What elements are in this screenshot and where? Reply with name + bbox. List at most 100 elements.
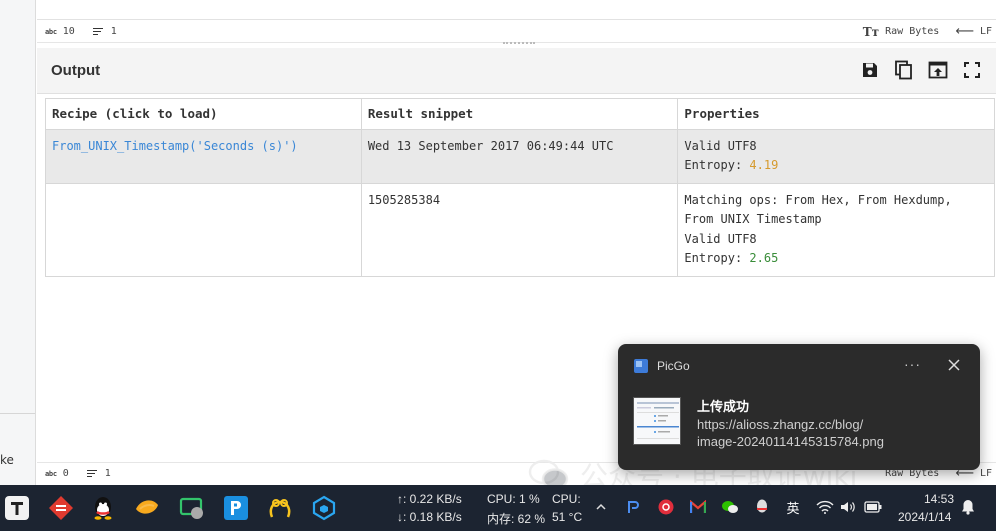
taskbar-app-qq[interactable] (89, 494, 117, 522)
cpu-temperature: 51 °C (552, 510, 583, 524)
encoding-label[interactable]: Raw Bytes (885, 26, 939, 37)
property-line: Matching ops: From Hex, From Hexdump, (684, 192, 952, 207)
mail-icon (690, 500, 706, 513)
uploaded-image-thumbnail (633, 397, 681, 445)
resize-handle[interactable] (503, 42, 535, 46)
tray-netease-music[interactable] (656, 497, 676, 517)
battery-icon (864, 501, 882, 513)
recipe-link[interactable]: From_UNIX_Timestamp('Seconds (s)') (52, 139, 298, 153)
char-count: 0 (62, 468, 69, 479)
copy-output-button[interactable] (893, 59, 915, 81)
line-count-icon (92, 27, 103, 36)
bell-icon (962, 500, 974, 515)
text-encoding-icon[interactable]: Tт (863, 25, 879, 39)
typora-icon (5, 496, 29, 520)
wechat-icon (722, 501, 738, 513)
entropy-value: 2.65 (749, 251, 779, 265)
snippet-cell: 1505285384 (360, 182, 679, 277)
char-count-icon: abc (45, 469, 57, 478)
taskbar: ↑: 0.22 KB/s ↓: 0.18 KB/s CPU: 1 % 内存: 6… (0, 485, 996, 531)
tray-gmail[interactable] (688, 497, 708, 517)
entropy-line: Entropy: 4.19 (684, 156, 988, 176)
red-app-icon (49, 496, 73, 520)
header-properties: Properties (677, 98, 995, 130)
battery-button[interactable] (863, 497, 883, 517)
picgo-notification[interactable]: PicGo ··· 上传成功 https://alioss.zhangz.cc/… (618, 344, 980, 470)
p-app-icon (224, 496, 248, 520)
tray-picgo[interactable] (624, 497, 644, 517)
save-output-button[interactable] (859, 59, 881, 81)
line-count: 1 (110, 26, 117, 37)
cube-icon (312, 495, 336, 521)
table-row: 1505285384 Matching ops: From Hex, From … (45, 182, 995, 277)
copy-icon (895, 60, 912, 80)
net-upload-speed: ↑: 0.22 KB/s (397, 492, 462, 506)
navicat-icon (269, 499, 291, 518)
header-recipe: Recipe (click to load) (45, 98, 362, 130)
taskbar-app-typora[interactable] (3, 494, 31, 522)
maximise-output-button[interactable] (961, 59, 983, 81)
taskbar-app-cube[interactable] (310, 494, 338, 522)
fullscreen-icon (964, 62, 980, 78)
taskbar-app-navicat[interactable] (266, 494, 294, 522)
line-ending-icon[interactable]: ⟵ (955, 24, 974, 39)
tray-qq[interactable] (752, 497, 772, 517)
table-header-row: Recipe (click to load) Result snippet Pr… (45, 98, 995, 130)
properties-cell: Valid UTF8 Entropy: 4.19 (677, 128, 995, 184)
properties-cell: Matching ops: From Hex, From Hexdump, Fr… (677, 182, 995, 277)
notification-filename: image-20240114145315784.png (697, 434, 884, 449)
tray-wechat[interactable] (720, 497, 740, 517)
qq-icon (94, 497, 112, 520)
close-icon[interactable] (945, 356, 963, 374)
taskbar-app-yellow[interactable] (133, 494, 161, 522)
show-hidden-icons-button[interactable] (591, 497, 611, 517)
taskbar-app-green-chat[interactable] (178, 494, 206, 522)
more-options-icon[interactable]: ··· (904, 356, 921, 372)
notification-url: https://alioss.zhangz.cc/blog/ (697, 417, 864, 432)
entropy-label: Entropy: (684, 158, 750, 172)
entropy-line: Entropy: 2.65 (684, 249, 988, 269)
line-ending-label[interactable]: LF (980, 26, 992, 37)
char-count-icon: abc (45, 27, 57, 36)
recipe-cell[interactable]: From_UNIX_Timestamp('Seconds (s)') (45, 128, 362, 184)
line-ending-label[interactable]: LF (980, 468, 992, 479)
property-line: From UNIX Timestamp (684, 212, 822, 226)
left-panel: ke (0, 0, 36, 485)
green-chat-icon (179, 497, 203, 519)
entropy-value: 4.19 (749, 158, 779, 172)
picgo-tray-icon (628, 501, 639, 513)
memory-usage: 内存: 62 % (487, 512, 546, 526)
wifi-icon (816, 500, 834, 514)
property-line: Valid UTF8 (684, 138, 757, 153)
cpu-usage: CPU: 1 % (487, 492, 540, 506)
left-panel-fragment: ke (0, 453, 14, 467)
input-status-bar: abc 10 1 Tт Raw Bytes ⟵ LF (37, 21, 996, 43)
clock-date[interactable]: 2024/1/14 (898, 510, 951, 524)
volume-button[interactable] (838, 497, 858, 517)
recipe-cell (45, 182, 362, 277)
yellow-app-icon (136, 500, 158, 514)
char-count: 10 (62, 26, 75, 37)
save-icon (863, 63, 877, 77)
taskbar-app-red[interactable] (47, 494, 75, 522)
chevron-up-icon (596, 503, 606, 510)
results-table: Recipe (click to load) Result snippet Pr… (45, 98, 995, 277)
line-count: 1 (104, 468, 111, 479)
picgo-app-icon (634, 359, 648, 373)
entropy-label: Entropy: (684, 251, 750, 265)
header-result-snippet: Result snippet (360, 98, 679, 130)
snippet-cell: Wed 13 September 2017 06:49:44 UTC (360, 128, 679, 184)
taskbar-app-p[interactable] (222, 494, 250, 522)
clock-time[interactable]: 14:53 (924, 492, 954, 506)
input-method-indicator[interactable]: 英 (783, 497, 803, 517)
input-area[interactable] (37, 0, 996, 20)
cpu-temp-label: CPU: (552, 492, 581, 506)
notification-app-name: PicGo (657, 359, 690, 373)
notifications-button[interactable] (958, 497, 978, 517)
table-row[interactable]: From_UNIX_Timestamp('Seconds (s)') Wed 1… (45, 128, 995, 184)
wifi-button[interactable] (815, 497, 835, 517)
output-header: Output (37, 48, 996, 94)
output-title: Output (51, 62, 101, 79)
replace-input-button[interactable] (927, 59, 949, 81)
left-panel-divider (0, 413, 35, 414)
